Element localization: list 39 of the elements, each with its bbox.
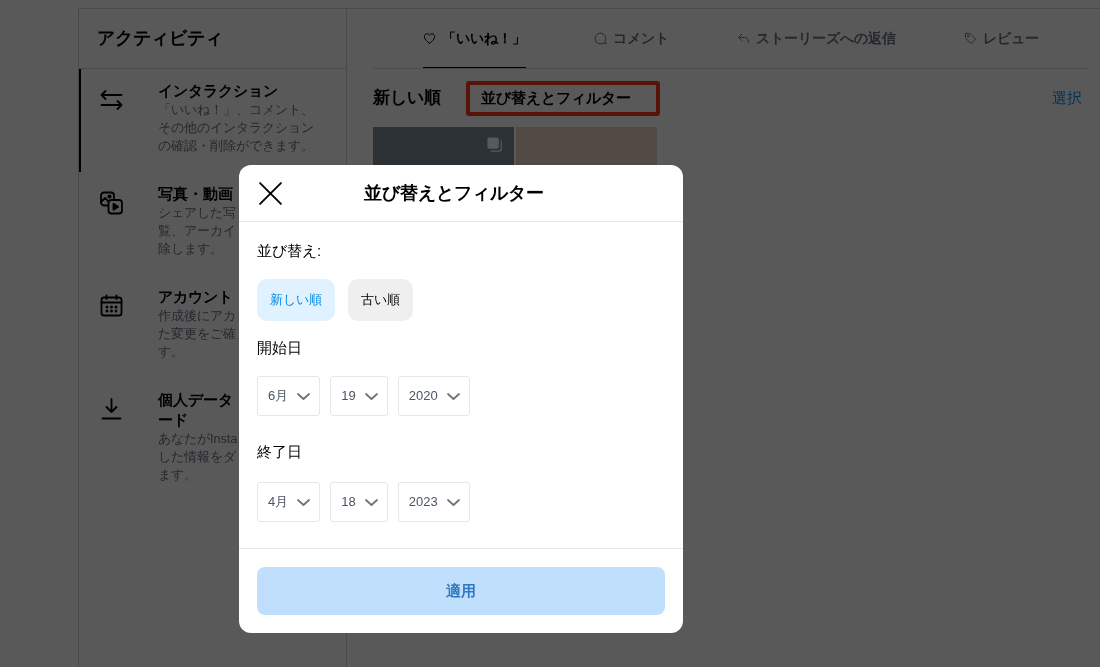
date-label: 終了日	[257, 442, 302, 462]
heart-icon	[422, 31, 436, 45]
chevron-down-icon	[297, 498, 311, 506]
close-icon	[258, 180, 283, 206]
calendar-icon	[98, 294, 125, 318]
date-dropdown[interactable]: 18	[330, 482, 388, 522]
sidebar-title: アクティビティ	[97, 27, 223, 50]
chevron-down-icon	[364, 392, 378, 400]
dialog-title: 並び替えとフィルター	[363, 181, 545, 205]
sidebar-item-title: アカウント	[158, 287, 233, 307]
chevron-down-icon	[446, 392, 460, 400]
date-dropdown[interactable]: 6月	[257, 376, 321, 416]
chat-bubble-icon	[593, 32, 607, 45]
chevron-down-icon	[364, 498, 378, 506]
close-button[interactable]	[258, 180, 283, 206]
chevron-down-icon	[446, 498, 460, 506]
sidebar-item-title: インタラクション	[158, 81, 278, 101]
photo-video-icon	[98, 191, 125, 215]
stacked-squares-icon	[486, 136, 503, 153]
date-dropdown[interactable]: 19	[330, 376, 388, 416]
reply-arrow-icon	[736, 32, 750, 45]
sort-order-label: 新しい順	[373, 87, 441, 110]
sort-option-button[interactable]: 新しい順	[257, 279, 335, 321]
sort-filter-button[interactable]: 並び替えとフィルター	[470, 85, 642, 111]
left-right-arrows-icon	[98, 88, 125, 112]
chevron-down-icon	[297, 392, 311, 400]
photo-placeholder[interactable]	[516, 127, 657, 165]
sidebar-item-title: 写真・動画	[158, 184, 233, 204]
select-link[interactable]: 選択	[1052, 86, 1082, 110]
photo-placeholder[interactable]	[373, 127, 514, 165]
sort-option-button[interactable]: 古い順	[348, 279, 413, 321]
date-label: 開始日	[257, 338, 302, 358]
tag-icon	[963, 32, 977, 45]
date-dropdown[interactable]: 4月	[257, 482, 321, 522]
date-dropdown[interactable]: 2023	[397, 482, 470, 522]
date-dropdown[interactable]: 2020	[397, 376, 470, 416]
sidebar-item-title: 個人データ ード	[158, 390, 233, 430]
tab[interactable]: 「いいね！」	[422, 9, 526, 68]
sort-label: 並び替え:	[257, 241, 322, 261]
